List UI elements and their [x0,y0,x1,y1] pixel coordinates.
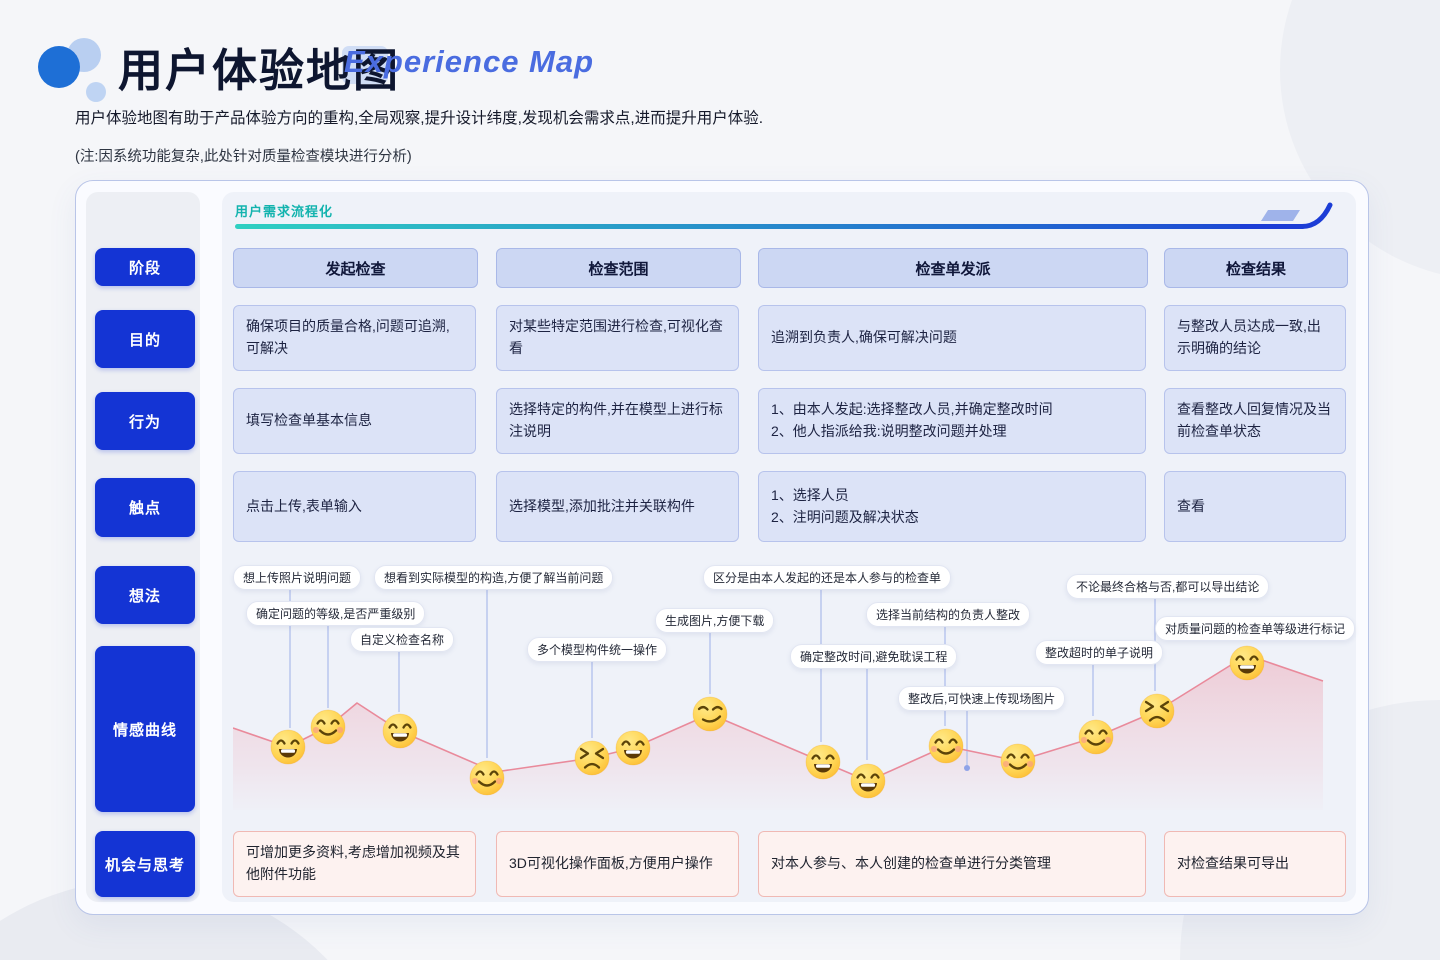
thought-bubble-9: 整改后,可快速上传现场图片 [898,686,1066,711]
emoji-grin-icon [805,744,841,780]
emoji-smile-icon [469,760,505,796]
sidebar-chip-3: 触点 [95,478,195,537]
emoji-smile-icon [1000,743,1036,779]
behavior-card-3: 查看整改人回复情况及当前检查单状态 [1164,388,1346,454]
thought-bubble-3: 想看到实际模型的构造,方便了解当前问题 [374,565,614,590]
app-logo-icon [38,38,106,102]
emoji-smirk-icon [692,696,728,732]
thought-bubble-11: 不论最终合格与否,都可以导出结论 [1066,574,1270,599]
thought-bubble-12: 对质量问题的检查单等级进行标记 [1155,616,1356,641]
purpose-card-0: 确保项目的质量合格,问题可追溯,可解决 [233,305,476,371]
flow-title: 用户需求流程化 [235,204,334,219]
stage-header-3: 检查结果 [1164,248,1348,288]
sidebar-chip-1: 目的 [95,310,195,368]
stage-header-2: 检查单发派 [758,248,1148,288]
thought-bubble-7: 确定整改时间,避免耽误工程 [790,644,958,669]
thought-bubble-10: 整改超时的单子说明 [1035,640,1164,665]
opportunity-card-3: 对检查结果可导出 [1164,831,1346,897]
thought-bubble-6: 区分是由本人发起的还是本人参与的检查单 [703,565,952,590]
purpose-card-2: 追溯到负责人,确保可解决问题 [758,305,1146,371]
behavior-card-2: 1、由本人发起:选择整改人员,并确定整改时间 2、他人指派给我:说明整改问题并处… [758,388,1146,454]
emoji-smile-icon [310,709,346,745]
touchpoint-card-0: 点击上传,表单输入 [233,471,476,542]
emoji-grin-icon [1229,645,1265,681]
thought-bubble-4: 多个模型构件统一操作 [527,637,668,662]
experience-map-page: 用户体验地图 Experience Map 用户体验地图有助于产品体验方向的重构… [0,0,1440,960]
page-note: (注:因系统功能复杂,此处针对质量检查模块进行分析) [75,149,412,165]
behavior-card-0: 填写检查单基本信息 [233,388,476,454]
stage-header-1: 检查范围 [496,248,741,288]
emoji-smile-icon [928,728,964,764]
purpose-card-1: 对某些特定范围进行检查,可视化查看 [496,305,739,371]
sidebar-chip-5: 情感曲线 [95,646,195,812]
emoji-persevere-icon [574,740,610,776]
sidebar-chip-2: 行为 [95,392,195,450]
thought-bubble-1: 确定问题的等级,是否严重级别 [246,601,426,626]
thought-bubble-8: 选择当前结构的负责人整改 [866,602,1031,627]
emoji-grin-icon [382,713,418,749]
opportunity-card-0: 可增加更多资料,考虑增加视频及其他附件功能 [233,831,476,897]
opportunity-card-1: 3D可视化操作面板,方便用户操作 [496,831,739,897]
touchpoint-card-3: 查看 [1164,471,1346,542]
stage-header-0: 发起检查 [233,248,478,288]
connector-dot [964,765,970,771]
opportunity-card-2: 对本人参与、本人创建的检查单进行分类管理 [758,831,1146,897]
thought-bubble-0: 想上传照片说明问题 [233,565,362,590]
behavior-card-1: 选择特定的构件,并在模型上进行标注说明 [496,388,739,454]
sidebar-chip-0: 阶段 [95,248,195,286]
page-description: 用户体验地图有助于产品体验方向的重构,全局观察,提升设计纬度,发现机会需求点,进… [75,110,764,127]
emoji-grin-icon [850,763,886,799]
touchpoint-card-1: 选择模型,添加批注并关联构件 [496,471,739,542]
sidebar-chip-4: 想法 [95,566,195,624]
sidebar-chip-6: 机会与思考 [95,831,195,897]
emoji-persevere-icon [1139,693,1175,729]
emoji-grin-icon [615,730,651,766]
touchpoint-card-2: 1、选择人员 2、注明问题及解决状态 [758,471,1146,542]
thought-bubble-5: 生成图片,方便下载 [655,608,775,633]
emoji-grin-icon [270,729,306,765]
thought-bubble-2: 自定义检查名称 [350,627,455,652]
flow-arrow-icon [1240,202,1333,229]
purpose-card-3: 与整改人员达成一致,出示明确的结论 [1164,305,1346,371]
flow-gradient-line [235,224,1305,229]
page-title-en: Experience Map [344,44,595,79]
emoji-smile-icon [1078,719,1114,755]
